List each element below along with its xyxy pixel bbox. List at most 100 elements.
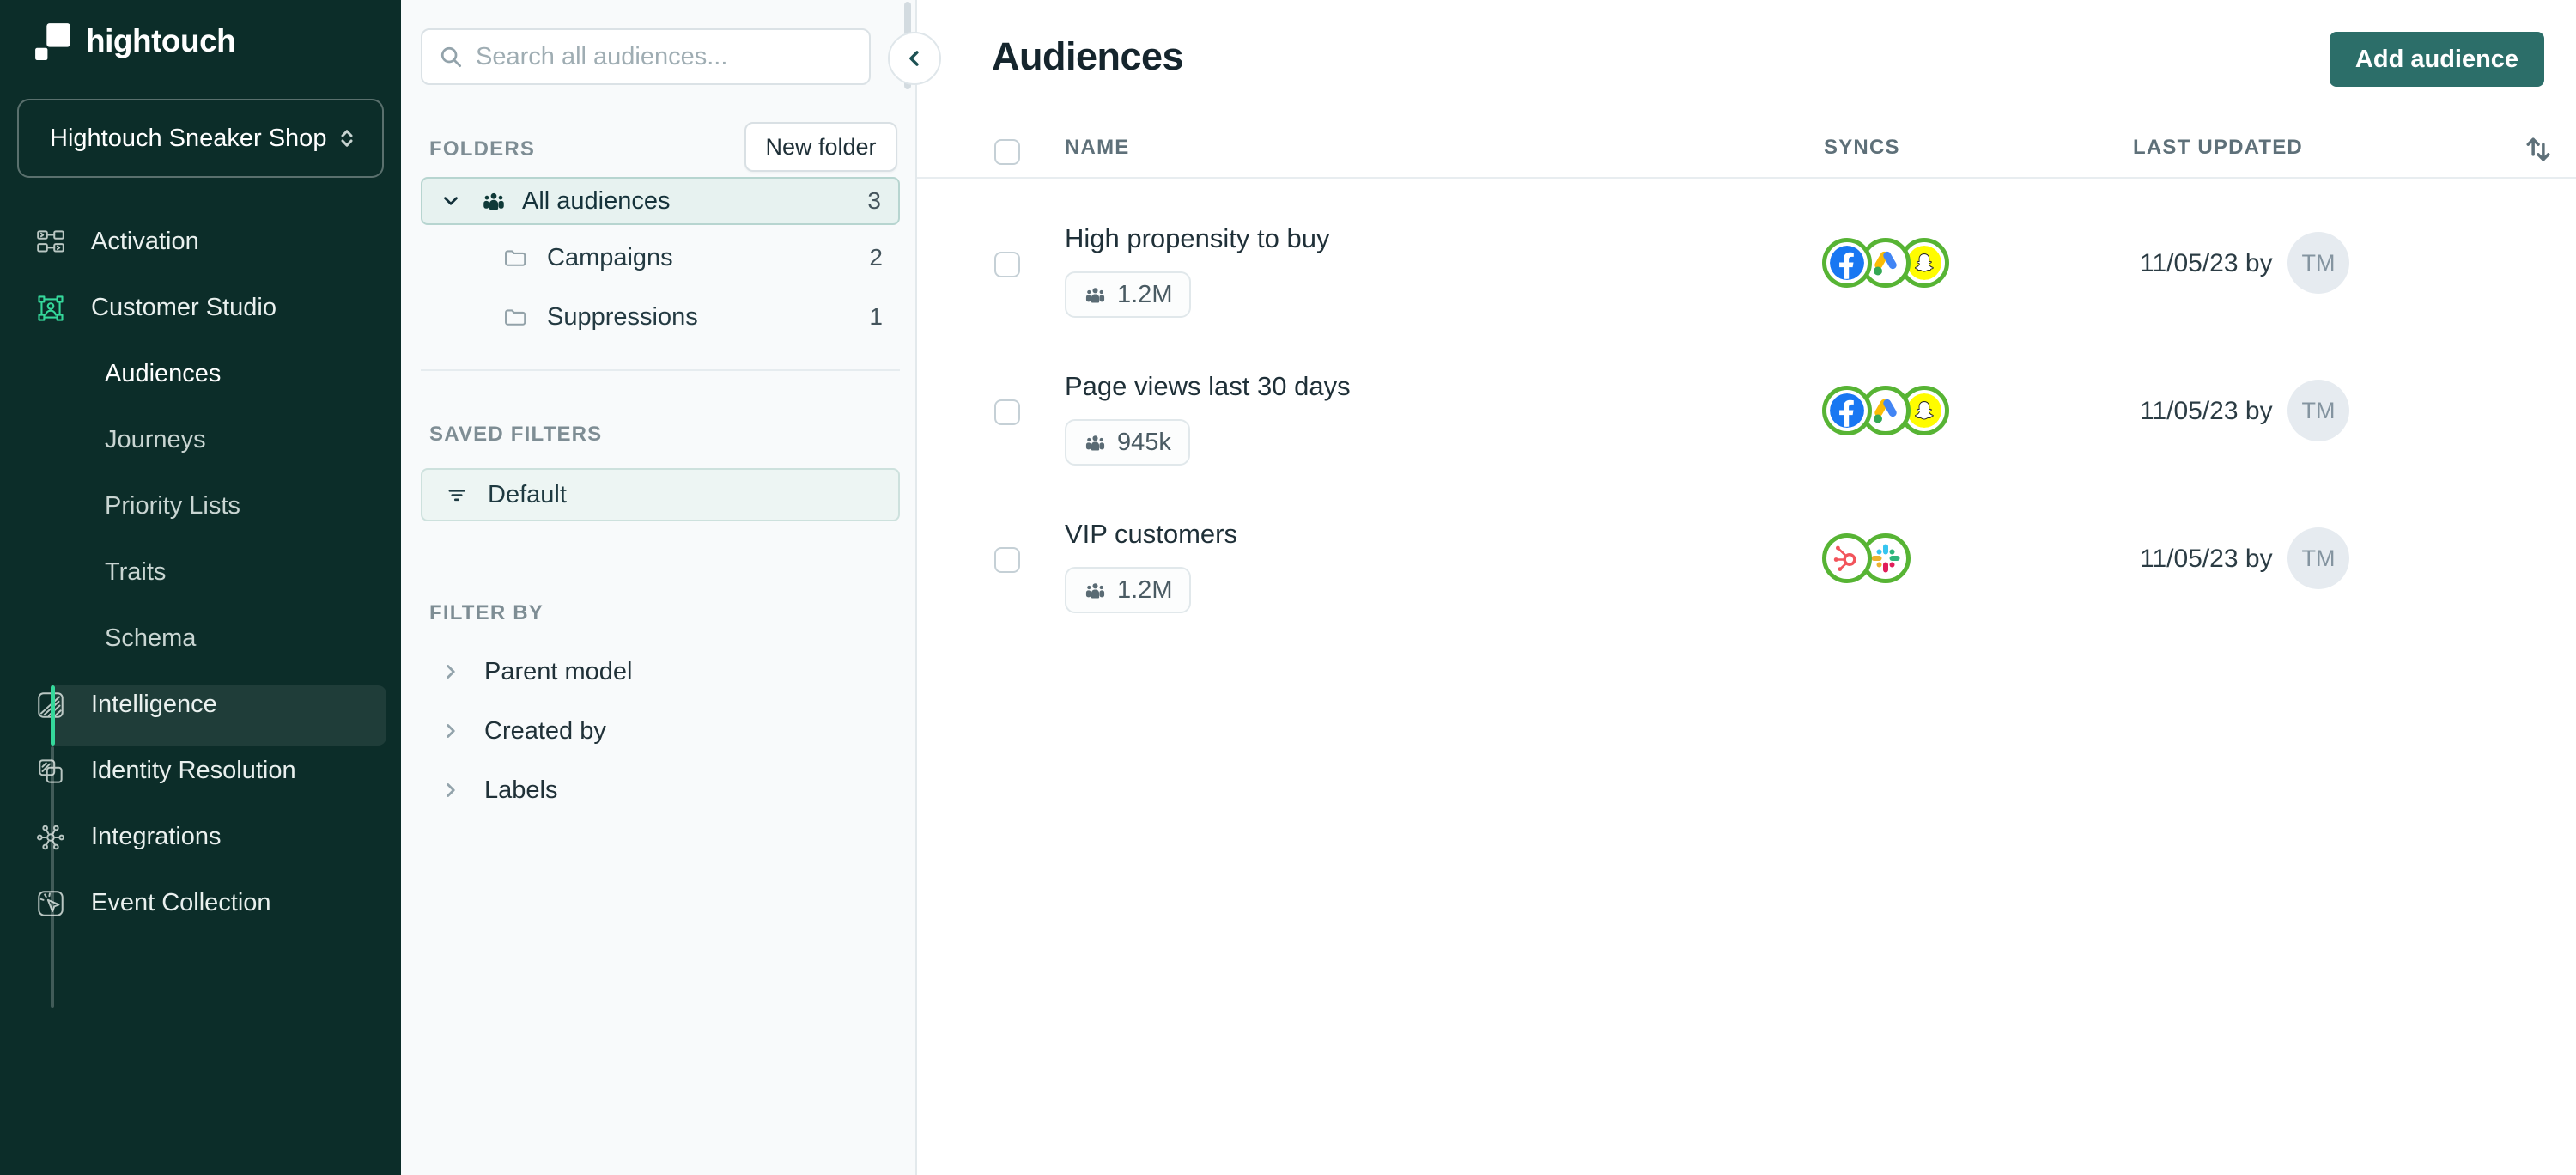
sidebar-item-traits[interactable]: Traits [0,539,401,606]
last-updated-text: 11/05/23 by [2140,249,2273,277]
audience-size-badge: 1.2M [1065,271,1192,318]
audience-size-value: 945k [1117,428,1171,456]
audience-size-value: 1.2M [1117,575,1173,604]
table-row[interactable]: High propensity to buy 1.2M 11/05/23 by … [917,189,2576,337]
filter-by-label: Parent model [484,657,633,685]
audience-size-value: 1.2M [1117,280,1173,308]
filter-by-parent-model[interactable]: Parent model [421,649,900,694]
row-checkbox[interactable] [994,252,1020,277]
last-updated-text: 11/05/23 by [2140,545,2273,573]
sidebar-item-identity-resolution[interactable]: Identity Resolution [0,738,401,804]
audience-people-icon [483,192,504,210]
folder-icon [505,309,526,326]
page-title: Audiences [992,34,1184,78]
sync-destinations [1822,238,1949,288]
facebook-sync-icon[interactable] [1822,386,1872,435]
column-header-last-updated[interactable]: LAST UPDATED [2133,136,2303,160]
facebook-sync-icon[interactable] [1822,238,1872,288]
sidebar-item-audiences[interactable]: Audiences [0,341,401,407]
column-header-name[interactable]: NAME [1065,136,1129,160]
audiences-main: Audiences Add audience NAME SYNCS LAST U… [917,0,2576,1175]
chevron-right-icon [447,665,455,679]
sidebar-item-journeys[interactable]: Journeys [0,407,401,473]
audience-size-badge: 945k [1065,419,1190,466]
panel-divider [421,369,900,371]
folder-count: 3 [867,187,881,214]
folder-item-suppressions[interactable]: Suppressions 1 [421,293,900,341]
audiences-side-panel: FOLDERS New folder All audiences 3 Campa… [401,0,917,1175]
folder-label: Suppressions [547,302,698,331]
sync-destinations [1822,533,1911,583]
folder-item-campaigns[interactable]: Campaigns 2 [421,234,900,282]
collapse-panel-button[interactable] [888,32,941,85]
filter-by-created-by[interactable]: Created by [421,709,900,753]
sidebar-item-priority-lists[interactable]: Priority Lists [0,473,401,539]
saved-filter-label: Default [488,480,567,508]
audience-people-icon [1085,582,1105,598]
row-checkbox[interactable] [994,399,1020,425]
customer-studio-icon [38,295,64,321]
select-all-checkbox[interactable] [994,139,1020,165]
audience-people-icon [1085,435,1105,450]
audience-name-link[interactable]: Page views last 30 days [1065,371,1351,402]
sort-icon[interactable] [2519,131,2557,168]
folder-item-all-audiences[interactable]: All audiences 3 [421,177,900,225]
folder-label: Campaigns [547,243,673,271]
filter-by-labels[interactable]: Labels [421,768,900,813]
sidebar-item-activation[interactable]: Activation [0,209,401,275]
sidebar-item-customer-studio[interactable]: Customer Studio [0,275,401,341]
saved-filter-default[interactable]: Default [421,468,900,521]
sync-destinations [1822,386,1949,435]
filter-by-label: Labels [484,776,558,804]
table-header: NAME SYNCS LAST UPDATED [917,120,2576,179]
hubspot-sync-icon[interactable] [1822,533,1872,583]
sidebar: hightouch Hightouch Sneaker Shop Activat… [0,0,401,1175]
sidebar-item-integrations[interactable]: Integrations [0,804,401,870]
filter-icon [448,490,465,502]
table-row[interactable]: VIP customers 1.2M 11/05/23 by TM [917,484,2576,632]
avatar: TM [2287,527,2349,589]
audience-search[interactable] [421,28,871,85]
add-audience-button[interactable]: Add audience [2330,32,2544,87]
table-row[interactable]: Page views last 30 days 945k 11/05/23 by… [917,337,2576,484]
folder-count: 2 [869,244,883,271]
sidebar-item-label: Event Collection [91,889,271,916]
audience-people-icon [1085,287,1105,302]
avatar: TM [2287,232,2349,294]
column-header-syncs[interactable]: SYNCS [1824,136,1900,160]
row-checkbox[interactable] [994,547,1020,573]
hightouch-logo-icon [35,23,70,60]
sidebar-item-label: Integrations [91,823,222,850]
folder-count: 1 [869,303,883,330]
selected-subnav-accent-bar [51,685,55,746]
last-updated-text: 11/05/23 by [2140,397,2273,425]
search-input[interactable] [476,42,854,71]
select-chevrons-icon [341,130,353,147]
saved-filters-header: SAVED FILTERS [429,423,603,446]
audience-name-link[interactable]: High propensity to buy [1065,223,1329,254]
chevron-left-icon [909,51,919,66]
sidebar-nav: Activation Customer Studio Audiences Jou… [0,209,401,1008]
chevron-down-icon [444,197,458,205]
folders-header: FOLDERS [429,137,536,161]
selected-subnav-highlight [51,685,386,746]
sidebar-item-label: Customer Studio [91,294,276,321]
hightouch-logo: hightouch [34,22,236,60]
audience-name-link[interactable]: VIP customers [1065,519,1237,550]
chevron-right-icon [447,724,455,738]
folder-icon [505,250,526,266]
folder-label: All audiences [522,186,671,215]
avatar: TM [2287,380,2349,441]
new-folder-button[interactable]: New folder [744,122,897,172]
workspace-selector[interactable]: Hightouch Sneaker Shop [17,99,384,178]
chevron-right-icon [447,783,455,797]
app-logo-text: hightouch [86,23,236,58]
customer-studio-subnav: Audiences Journeys Priority Lists Traits… [0,341,401,1008]
workflow-icon [37,229,64,253]
sidebar-item-label: Identity Resolution [91,757,296,784]
workspace-name: Hightouch Sneaker Shop [50,124,327,152]
sidebar-item-schema[interactable]: Schema [0,606,401,672]
sidebar-item-event-collection[interactable]: Event Collection [0,870,401,936]
filter-by-header: FILTER BY [429,601,544,624]
subnav-tree-line [51,746,54,1008]
